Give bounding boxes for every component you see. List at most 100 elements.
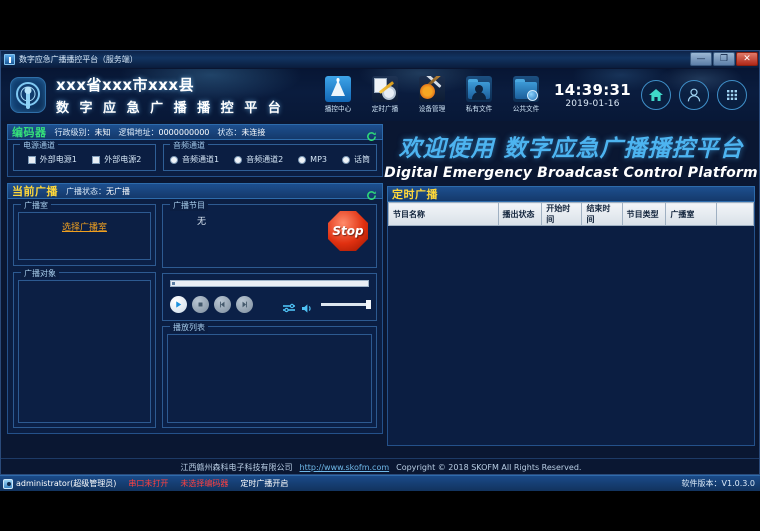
toolbar-item-private-files[interactable]: 私有文件 bbox=[456, 76, 503, 114]
audio-option-1[interactable]: 音频通道1 bbox=[170, 154, 219, 165]
footer-url-link[interactable]: http://www.skofm.com bbox=[300, 463, 390, 472]
player-controls bbox=[170, 296, 369, 313]
schedule-icon bbox=[372, 76, 398, 102]
col-start-time[interactable]: 开始时间 bbox=[542, 203, 582, 226]
previous-button[interactable] bbox=[214, 296, 231, 313]
col-broadcast-room[interactable]: 广播室 bbox=[666, 203, 717, 226]
clock-date: 2019-01-16 bbox=[554, 99, 631, 109]
power-option-1[interactable]: 外部电源1 bbox=[28, 154, 77, 165]
radio-icon[interactable] bbox=[342, 156, 350, 164]
audio-option-2[interactable]: 音频通道2 bbox=[234, 154, 283, 165]
toolbar-item-scheduled-broadcast[interactable]: 定时广播 bbox=[362, 76, 409, 114]
encoder-panel-body: 电源通道 外部电源1 外部电源2 bbox=[7, 140, 383, 177]
speaker-icon[interactable] bbox=[301, 299, 313, 310]
power-option-2-label: 外部电源2 bbox=[104, 154, 141, 165]
toolbar-item-device-manage[interactable]: 设备管理 bbox=[409, 76, 456, 114]
broadcast-room-box[interactable]: 选择广播室 bbox=[18, 212, 151, 260]
schedule-panel-header: 定时广播 bbox=[387, 186, 755, 202]
encoder-status: 状态：未连接 bbox=[217, 127, 265, 138]
app-icon bbox=[4, 54, 15, 65]
status-bar: administrator(超级管理员) 串口未打开 未选择编码器 定时广播开启… bbox=[0, 475, 760, 491]
encoder-refresh-icon[interactable] bbox=[366, 127, 377, 138]
encoder-status-value: 未连接 bbox=[241, 128, 265, 137]
maximize-button[interactable]: ❐ bbox=[713, 52, 735, 66]
encoder-status-label: 状态： bbox=[217, 128, 241, 137]
col-play-status[interactable]: 播出状态 bbox=[498, 203, 542, 226]
broadcast-program-legend: 广播节目 bbox=[170, 200, 208, 211]
app-header: xxx省xxx市xxx县 数 字 应 急 广 播 播 控 平 台 播控中心 定时… bbox=[1, 69, 759, 121]
checkbox-icon[interactable] bbox=[92, 156, 100, 164]
play-icon bbox=[174, 300, 183, 309]
left-column: 编码器 行政级别：未知 逻辑地址：0000000000 状态：未连接 bbox=[7, 124, 383, 434]
next-button[interactable] bbox=[236, 296, 253, 313]
current-broadcast-body: 广播室 选择广播室 广播对象 bbox=[7, 199, 383, 434]
audio-option-1-label: 音频通道1 bbox=[182, 154, 219, 165]
close-button[interactable]: ✕ bbox=[736, 52, 758, 66]
minimize-button[interactable]: — bbox=[690, 52, 712, 66]
toolbar-item-public-files[interactable]: 公共文件 bbox=[503, 76, 550, 114]
power-option-1-label: 外部电源1 bbox=[40, 154, 77, 165]
apps-button[interactable] bbox=[717, 80, 747, 110]
play-button[interactable] bbox=[170, 296, 187, 313]
volume-slider[interactable] bbox=[321, 303, 369, 306]
broadcast-room-group: 广播室 选择广播室 bbox=[13, 204, 156, 266]
toolbar-item-broadcast-center[interactable]: 播控中心 bbox=[315, 76, 362, 114]
power-channel-group: 电源通道 外部电源1 外部电源2 bbox=[13, 144, 156, 171]
radio-icon[interactable] bbox=[170, 156, 178, 164]
equalizer-icon[interactable] bbox=[282, 299, 296, 310]
status-user[interactable]: administrator(超级管理员) bbox=[3, 478, 116, 489]
broadcast-room-legend: 广播室 bbox=[21, 200, 51, 211]
right-column: 欢迎使用 数字应急广播播控平台 Digital Emergency Broadc… bbox=[387, 124, 755, 446]
user-button[interactable] bbox=[679, 80, 709, 110]
encoder-admin-level-label: 行政级别： bbox=[55, 128, 95, 137]
checkbox-icon[interactable] bbox=[28, 156, 36, 164]
home-button[interactable] bbox=[641, 80, 671, 110]
audio-option-mp3[interactable]: MP3 bbox=[298, 155, 327, 164]
main-window: 数字应急广播播控平台（服务端） — ❐ ✕ xxx省xxx市xxx县 数 字 应… bbox=[0, 50, 760, 475]
audio-option-2-label: 音频通道2 bbox=[246, 154, 283, 165]
power-option-2[interactable]: 外部电源2 bbox=[92, 154, 141, 165]
header-titles: xxx省xxx市xxx县 数 字 应 急 广 播 播 控 平 台 bbox=[56, 74, 284, 116]
playlist-box[interactable] bbox=[167, 334, 372, 423]
home-icon bbox=[648, 87, 664, 103]
device-manage-icon bbox=[419, 76, 445, 102]
volume-knob[interactable] bbox=[366, 300, 371, 309]
col-program-type[interactable]: 节目类型 bbox=[622, 203, 666, 226]
radio-icon[interactable] bbox=[234, 156, 242, 164]
schedule-title: 定时广播 bbox=[392, 186, 438, 202]
stop-button[interactable]: Stop bbox=[328, 211, 368, 251]
audio-option-mic[interactable]: 话筒 bbox=[342, 154, 370, 165]
power-channel-legend: 电源通道 bbox=[20, 140, 58, 151]
main-body: 编码器 行政级别：未知 逻辑地址：0000000000 状态：未连接 bbox=[1, 121, 760, 475]
seek-slider[interactable] bbox=[170, 280, 369, 287]
col-program-name[interactable]: 节目名称 bbox=[389, 203, 499, 226]
broadcast-target-box[interactable] bbox=[18, 280, 151, 423]
header-toolbar: 播控中心 定时广播 设备管理 bbox=[315, 69, 759, 121]
welcome-line-1: 欢迎使用 数字应急广播播控平台 bbox=[398, 129, 743, 163]
next-icon bbox=[240, 300, 249, 309]
broadcast-left-pane: 广播室 选择广播室 广播对象 bbox=[13, 204, 156, 428]
stop-playback-button[interactable] bbox=[192, 296, 209, 313]
platform-logo-icon bbox=[10, 77, 46, 113]
encoder-title: 编码器 bbox=[12, 124, 47, 140]
media-player bbox=[162, 273, 377, 321]
col-end-time[interactable]: 结束时间 bbox=[582, 203, 622, 226]
encoder-logic-addr-value: 0000000000 bbox=[159, 128, 210, 137]
playlist-legend: 播放列表 bbox=[170, 322, 208, 333]
current-broadcast-refresh-icon[interactable] bbox=[366, 186, 377, 197]
broadcast-tower-icon bbox=[325, 76, 351, 102]
select-broadcast-room-link[interactable]: 选择广播室 bbox=[19, 220, 150, 233]
audio-channel-legend: 音频通道 bbox=[170, 140, 208, 151]
previous-icon bbox=[218, 300, 227, 309]
status-encoder: 未选择编码器 bbox=[180, 478, 228, 489]
schedule-table-wrap[interactable]: 节目名称 播出状态 开始时间 结束时间 节目类型 广播室 bbox=[387, 202, 755, 446]
welcome-banner: 欢迎使用 数字应急广播播控平台 Digital Emergency Broadc… bbox=[387, 124, 755, 186]
col-extra[interactable] bbox=[717, 203, 754, 226]
status-version: 软件版本：V1.0.3.0 bbox=[682, 478, 755, 489]
toolbar-label: 公共文件 bbox=[513, 104, 540, 114]
schedule-table-header-row: 节目名称 播出状态 开始时间 结束时间 节目类型 广播室 bbox=[389, 203, 754, 226]
encoder-logic-addr-label: 逻辑地址： bbox=[119, 128, 159, 137]
radio-icon[interactable] bbox=[298, 156, 306, 164]
window-controls: — ❐ ✕ bbox=[690, 52, 758, 66]
welcome-line-2: Digital Emergency Broadcast Control Plat… bbox=[384, 165, 758, 181]
